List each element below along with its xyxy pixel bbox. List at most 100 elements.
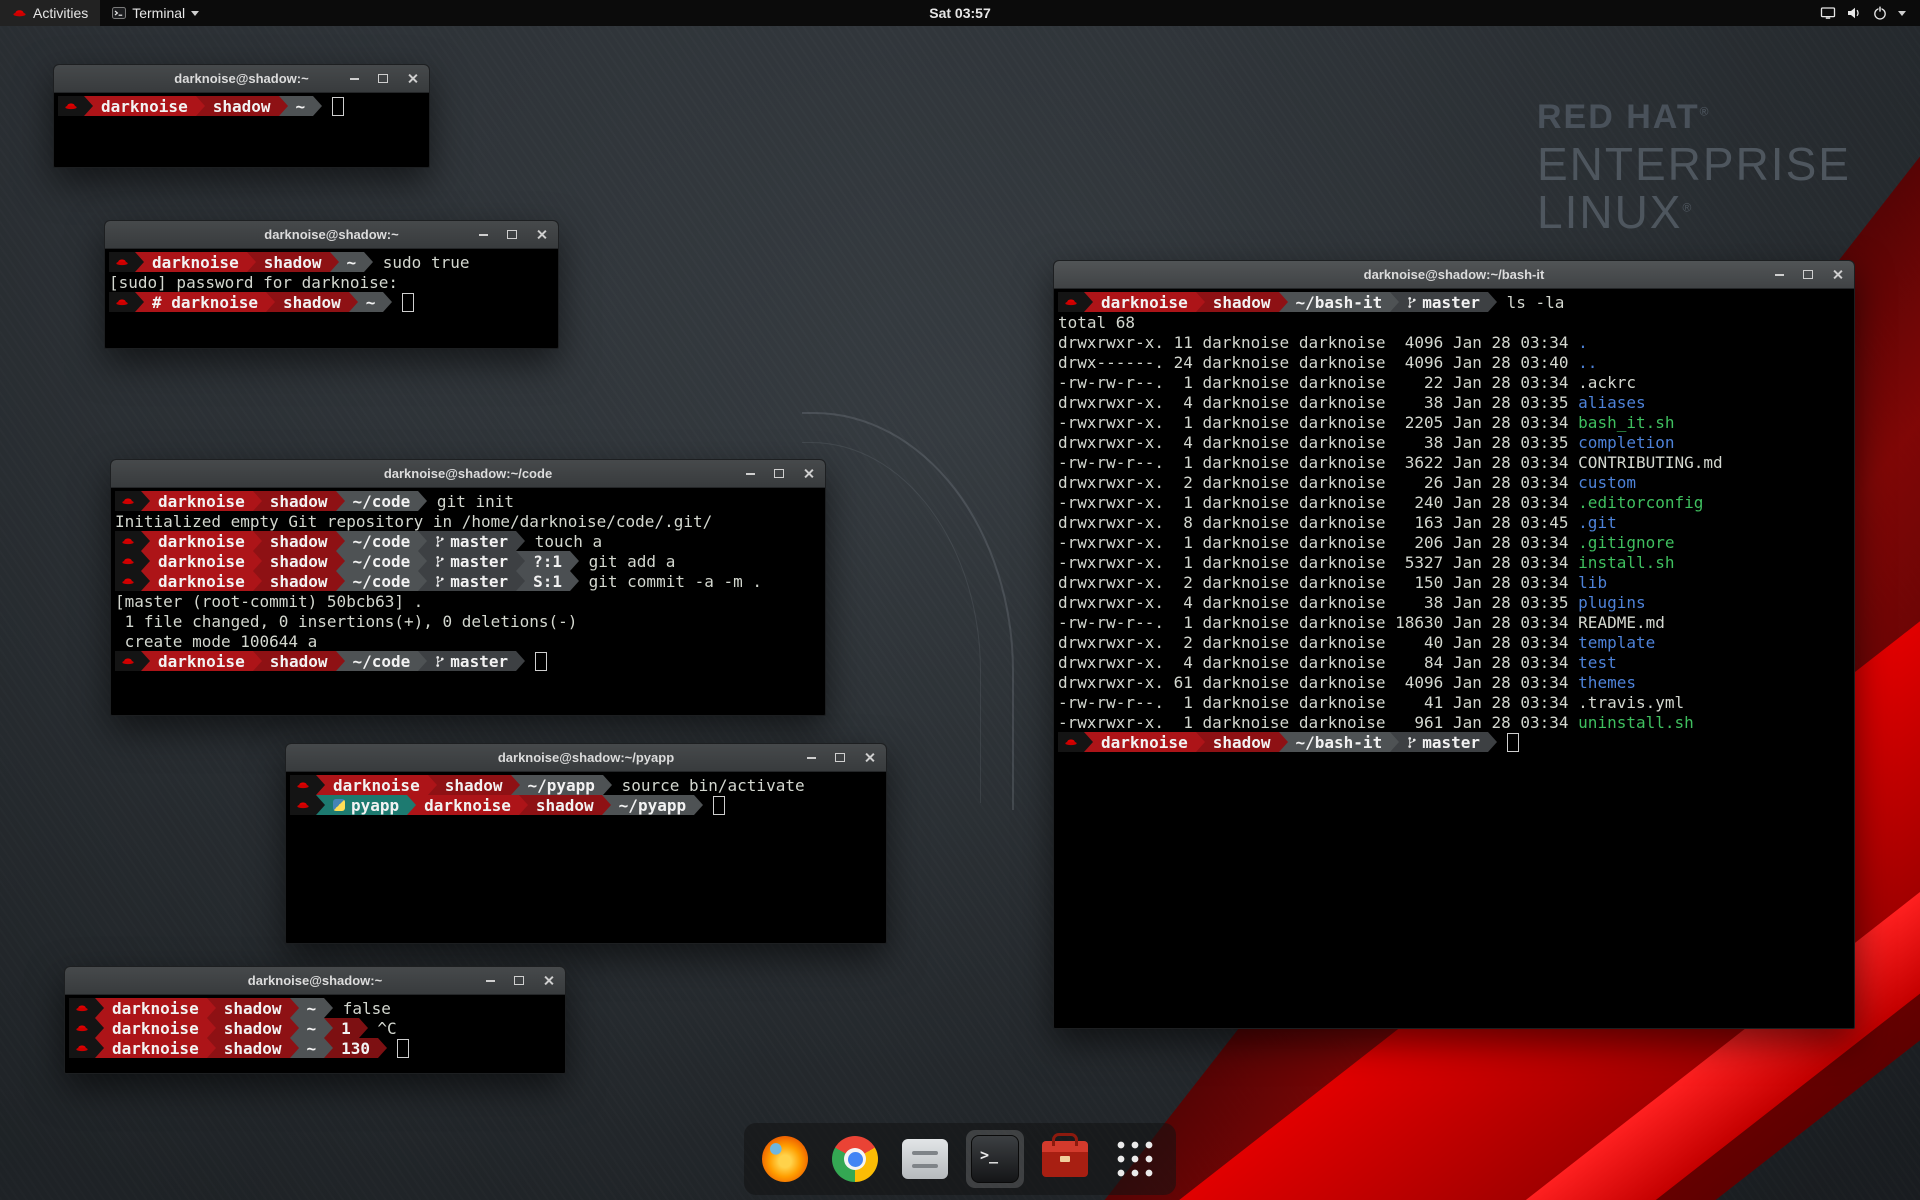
terminal-text: Initialized empty Git repository in /hom…: [115, 512, 712, 531]
powerline-separator: [279, 96, 288, 116]
maximize-button[interactable]: [376, 72, 390, 86]
powerline-separator: [141, 531, 150, 551]
terminal-text: drwxrwxr-x. 4 darknoise darknoise 84 Jan…: [1058, 653, 1578, 672]
prompt-segment: darknoise: [104, 1018, 207, 1038]
prompt-segment: ~/code: [345, 551, 419, 571]
terminal-text: aliases: [1578, 393, 1645, 412]
close-button[interactable]: [801, 467, 815, 481]
terminal-text: -rw-rw-r--. 1 darknoise darknoise 41 Jan…: [1058, 693, 1684, 712]
terminal-body[interactable]: darknoiseshadow~: [54, 93, 429, 167]
close-button[interactable]: [405, 72, 419, 86]
terminal-text: bash_it.sh: [1578, 413, 1674, 432]
activities-button[interactable]: Activities: [0, 0, 100, 26]
prompt-segment: 130: [333, 1038, 378, 1058]
terminal-text: source bin/activate: [612, 776, 805, 795]
dock-item-chrome[interactable]: [826, 1130, 884, 1188]
system-status-area[interactable]: [1806, 0, 1920, 26]
terminal-text: drwxrwxr-x. 4 darknoise darknoise 38 Jan…: [1058, 393, 1578, 412]
maximize-button[interactable]: [505, 228, 519, 242]
powerline-separator: [290, 1038, 299, 1058]
terminal-text: -rw-rw-r--. 1 darknoise darknoise 3622 J…: [1058, 453, 1723, 472]
powerline-separator: [1279, 292, 1288, 312]
prompt-segment: [69, 1018, 95, 1038]
close-button[interactable]: [534, 228, 548, 242]
terminal-line: drwxrwxr-x. 4 darknoise darknoise 38 Jan…: [1058, 392, 1850, 412]
terminal-body[interactable]: darknoiseshadow~/pyapp source bin/activa…: [286, 772, 886, 943]
powerline-separator: [511, 775, 520, 795]
terminal-text: 1 file changed, 0 insertions(+), 0 delet…: [115, 612, 577, 631]
maximize-button[interactable]: [512, 974, 526, 988]
terminal-line: darknoiseshadow~/codemaster touch a: [115, 531, 821, 551]
prompt-segment-text: master: [450, 652, 508, 671]
prompt-segment-text: darknoise: [158, 532, 245, 551]
terminal-body[interactable]: darknoiseshadow~ sudo true[sudo] passwor…: [105, 249, 558, 348]
prompt-segment: [115, 491, 141, 511]
terminal-text: touch a: [525, 532, 602, 551]
redhat-icon: [115, 257, 129, 267]
dock-item-terminal[interactable]: [966, 1130, 1024, 1188]
redhat-icon: [75, 1003, 89, 1013]
dock-item-firefox[interactable]: [756, 1130, 814, 1188]
terminal-text: drwxrwxr-x. 2 darknoise darknoise 40 Jan…: [1058, 633, 1578, 652]
terminal-text: -rwxrwxr-x. 1 darknoise darknoise 5327 J…: [1058, 553, 1578, 572]
minimize-button[interactable]: [743, 467, 757, 481]
prompt-segment-text: ~/code: [353, 532, 411, 551]
terminal-text: ls -la: [1497, 293, 1564, 312]
maximize-button[interactable]: [772, 467, 786, 481]
window-titlebar[interactable]: darknoise@shadow:~/bash-it: [1054, 261, 1854, 289]
minimize-button[interactable]: [483, 974, 497, 988]
terminal-text: drwxrwxr-x. 2 darknoise darknoise 150 Ja…: [1058, 573, 1578, 592]
terminal-body[interactable]: darknoiseshadow~ falsedarknoiseshadow~1 …: [65, 995, 565, 1073]
terminal-text: completion: [1578, 433, 1674, 452]
dock-item-toolbox[interactable]: [1036, 1130, 1094, 1188]
redhat-icon: [64, 101, 78, 111]
prompt-segment-text: shadow: [224, 1039, 282, 1058]
maximize-button[interactable]: [1801, 268, 1815, 282]
window-titlebar[interactable]: darknoise@shadow:~: [105, 221, 558, 249]
terminal-line: drwx------. 24 darknoise darknoise 4096 …: [1058, 352, 1850, 372]
terminal-line: total 68: [1058, 312, 1850, 332]
maximize-button[interactable]: [833, 751, 847, 765]
prompt-segment-text: shadow: [224, 999, 282, 1018]
terminal-text: ^C: [368, 1019, 397, 1038]
app-grid-icon: [1114, 1138, 1156, 1180]
terminal-line: create mode 100644 a: [115, 631, 821, 651]
clock[interactable]: Sat 03:57: [0, 5, 1920, 21]
close-button[interactable]: [1830, 268, 1844, 282]
window-titlebar[interactable]: darknoise@shadow:~/code: [111, 460, 825, 488]
terminal-line: -rwxrwxr-x. 1 darknoise darknoise 5327 J…: [1058, 552, 1850, 572]
window-titlebar[interactable]: darknoise@shadow:~: [54, 65, 429, 93]
prompt-segment-text: shadow: [283, 293, 341, 312]
terminal-line: drwxrwxr-x. 2 darknoise darknoise 26 Jan…: [1058, 472, 1850, 492]
prompt-segment: ~: [358, 292, 384, 312]
prompt-segment: ~/code: [345, 651, 419, 671]
minimize-button[interactable]: [476, 228, 490, 242]
prompt-segment-text: darknoise: [152, 253, 239, 272]
desktop: RED HAT® ENTERPRISE LINUX® darknoise@sha…: [0, 0, 1920, 1200]
redhat-icon: [121, 536, 135, 546]
close-button[interactable]: [541, 974, 555, 988]
prompt-segment: [115, 531, 141, 551]
minimize-button[interactable]: [347, 72, 361, 86]
terminal-line: darknoiseshadow~/codemaster?:1 git add a: [115, 551, 821, 571]
minimize-button[interactable]: [804, 751, 818, 765]
close-icon: [803, 468, 814, 479]
prompt-segment: master: [427, 571, 516, 591]
terminal-text: -rw-rw-r--. 1 darknoise darknoise 3622 J…: [1058, 453, 1723, 472]
powerline-separator: [336, 651, 345, 671]
window-titlebar[interactable]: darknoise@shadow:~/pyapp: [286, 744, 886, 772]
terminal-body[interactable]: darknoiseshadow~/bash-itmaster ls -latot…: [1054, 289, 1854, 1028]
close-button[interactable]: [862, 751, 876, 765]
app-menu-terminal[interactable]: Terminal: [100, 0, 211, 26]
minimize-icon: [479, 234, 488, 236]
dock-item-app-grid[interactable]: [1106, 1130, 1164, 1188]
prompt-segment: darknoise: [150, 571, 253, 591]
chrome-icon: [832, 1136, 878, 1182]
minimize-button[interactable]: [1772, 268, 1786, 282]
terminal-body[interactable]: darknoiseshadow~/code git initInitialize…: [111, 488, 825, 715]
prompt-segment: ~/pyapp: [520, 775, 603, 795]
dock-item-files[interactable]: [896, 1130, 954, 1188]
powerline-separator: [516, 651, 525, 671]
prompt-segment: shadow: [216, 1018, 290, 1038]
window-titlebar[interactable]: darknoise@shadow:~: [65, 967, 565, 995]
